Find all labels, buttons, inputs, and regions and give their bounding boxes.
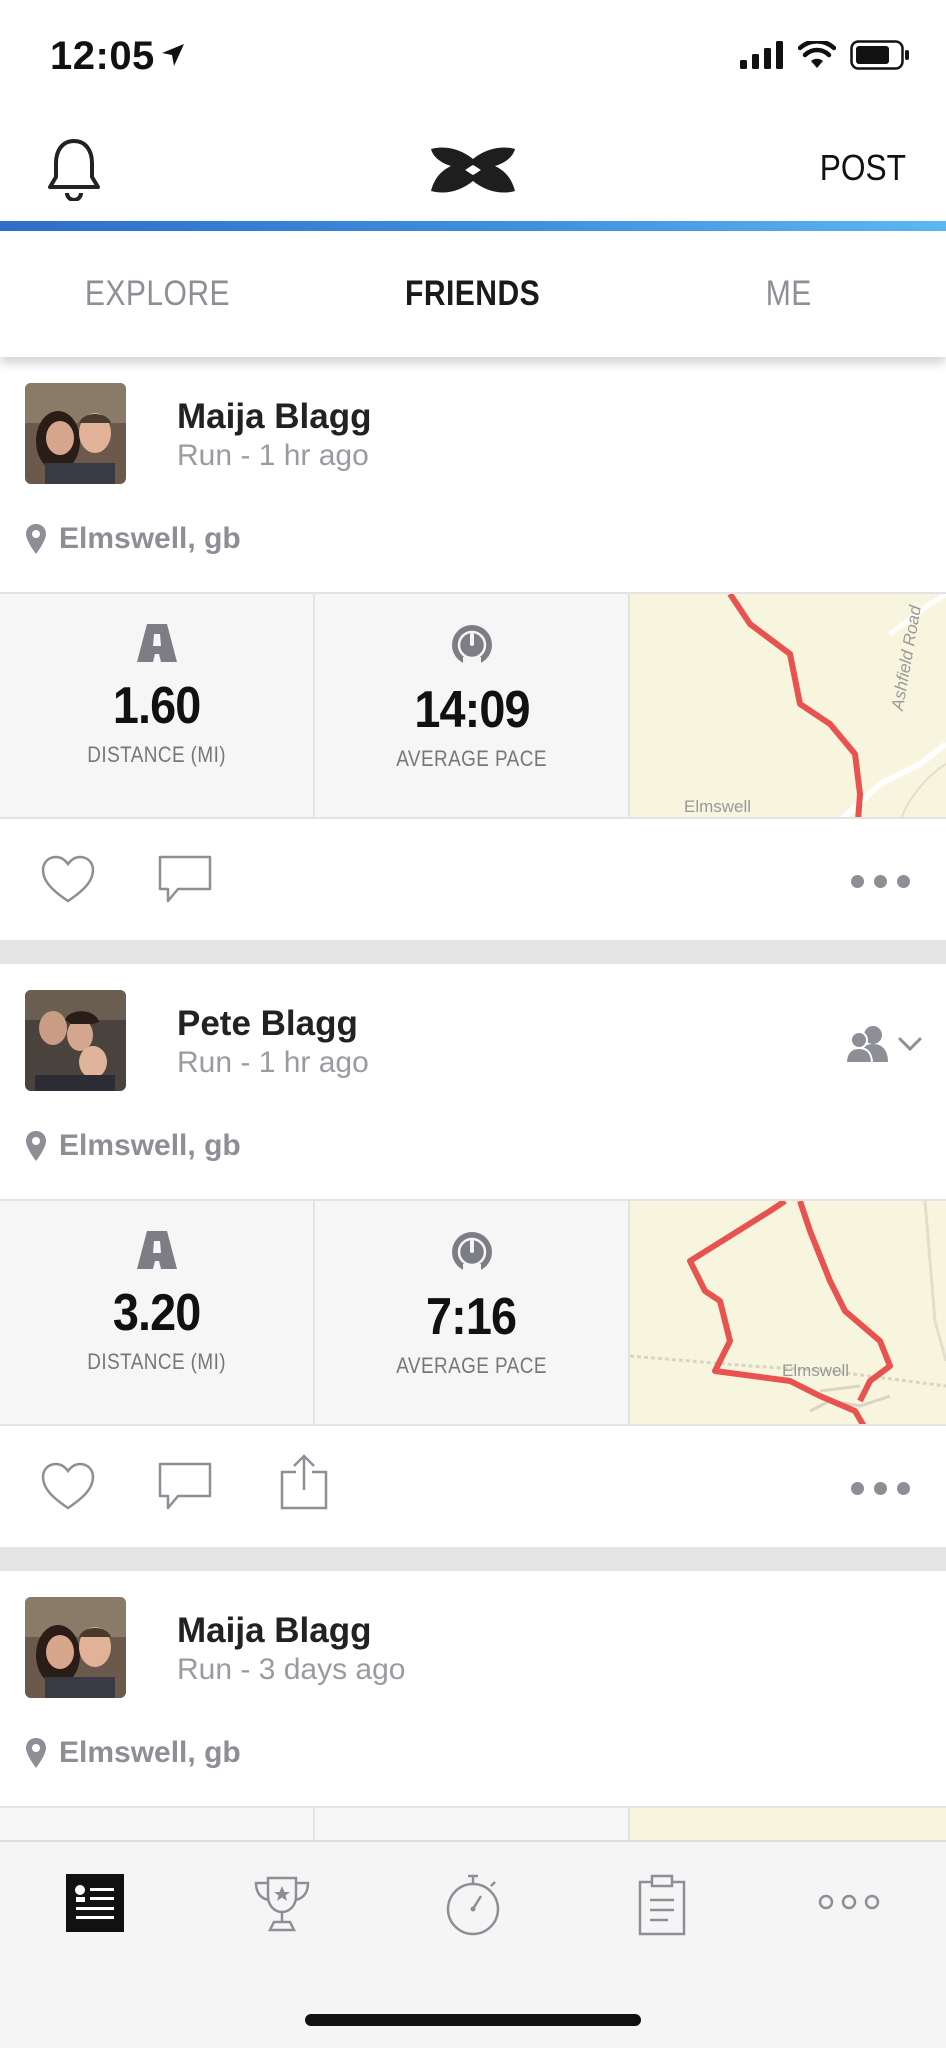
pace-value: 14:09: [413, 681, 530, 739]
tab-explore[interactable]: EXPLORE: [0, 231, 315, 357]
more-dots-icon[interactable]: [851, 1482, 910, 1495]
pace-stat: 7:16 AVERAGE PACE: [315, 1201, 630, 1424]
route-map-graphic: [630, 1201, 946, 1424]
tab-friends[interactable]: FRIENDS: [315, 231, 630, 357]
tab-friends-label: FRIENDS: [405, 274, 541, 313]
user-name[interactable]: Maija Blagg: [177, 1611, 371, 1651]
activity-subtitle: Run - 1 hr ago: [177, 439, 369, 472]
activity-stats[interactable]: [0, 1806, 946, 1840]
activity-card: Pete Blagg Run - 1 hr ago Elmswell, gb 3…: [0, 964, 946, 1571]
post-button[interactable]: POST: [820, 147, 906, 189]
stopwatch-icon[interactable]: [444, 1874, 502, 1936]
activity-card: Maija Blagg Run - 3 days ago Elmswell, g…: [0, 1571, 946, 1840]
comment-icon[interactable]: [158, 1462, 212, 1512]
activity-actions: [0, 819, 946, 940]
route-map[interactable]: Elmswell: [630, 1201, 946, 1424]
map-town-label: Elmswell: [782, 1361, 850, 1380]
chevron-down-icon: [898, 1037, 922, 1051]
cellular-signal-icon: [740, 41, 783, 69]
tab-me[interactable]: ME: [631, 231, 946, 357]
road-icon: [136, 1231, 177, 1269]
location-pin-icon: [26, 1131, 46, 1161]
feed-icon[interactable]: [66, 1874, 124, 1932]
status-indicators: [740, 40, 910, 70]
activity-subtitle: Run - 3 days ago: [177, 1653, 406, 1686]
location-text: Elmswell, gb: [59, 1736, 241, 1769]
distance-label: DISTANCE (MI): [87, 742, 226, 767]
user-name[interactable]: Maija Blagg: [177, 397, 371, 437]
pace-stat: [315, 1808, 630, 1840]
location-pin-icon: [26, 1738, 46, 1768]
home-indicator: [305, 2014, 641, 2026]
speedometer-icon: [451, 625, 492, 666]
activity-stats[interactable]: 3.20 DISTANCE (MI) 7:16 AVERAGE PACE Elm…: [0, 1199, 946, 1426]
more-menu-icon[interactable]: [818, 1892, 880, 1912]
speedometer-icon: [451, 1232, 492, 1273]
activity-card: Maija Blagg Run - 1 hr ago Elmswell, gb …: [0, 357, 946, 964]
location-arrow-icon: [162, 44, 184, 66]
privacy-selector[interactable]: [846, 1024, 922, 1064]
share-icon[interactable]: [280, 1454, 328, 1510]
battery-icon: [850, 40, 909, 70]
avatar[interactable]: [25, 990, 126, 1091]
comment-icon[interactable]: [158, 855, 212, 905]
distance-value: 3.20: [112, 1284, 201, 1342]
status-bar: 12:05: [0, 0, 946, 115]
avatar[interactable]: [25, 383, 126, 484]
trophy-icon[interactable]: [252, 1874, 312, 1934]
road-icon: [136, 624, 177, 662]
distance-label: DISTANCE (MI): [87, 1349, 226, 1374]
status-time: 12:05: [50, 34, 155, 78]
map-town-label: Elmswell: [684, 797, 752, 816]
location-text: Elmswell, gb: [59, 522, 241, 555]
avatar[interactable]: [25, 1597, 126, 1698]
distance-stat: [0, 1808, 315, 1840]
activity-header: Pete Blagg Run - 1 hr ago Elmswell, gb: [0, 964, 946, 1199]
tab-explore-label: EXPLORE: [85, 274, 231, 313]
more-dots-icon[interactable]: [851, 875, 910, 888]
pace-stat: 14:09 AVERAGE PACE: [315, 594, 630, 817]
bell-icon[interactable]: [46, 137, 102, 201]
wifi-icon: [798, 41, 836, 68]
distance-stat: 3.20 DISTANCE (MI): [0, 1201, 315, 1424]
feed-tabs: EXPLORE FRIENDS ME: [0, 231, 946, 357]
distance-value: 1.60: [112, 677, 201, 735]
location-text: Elmswell, gb: [59, 1129, 241, 1162]
app-header: POST: [0, 115, 946, 225]
heart-icon[interactable]: [40, 1462, 96, 1512]
header-accent-rule: [0, 221, 946, 231]
activity-actions: [0, 1426, 946, 1547]
activity-location: Elmswell, gb: [25, 1129, 241, 1163]
card-divider: [0, 1547, 946, 1571]
heart-icon[interactable]: [40, 855, 96, 905]
card-divider: [0, 940, 946, 964]
user-name[interactable]: Pete Blagg: [177, 1004, 358, 1044]
route-map[interactable]: [630, 1808, 946, 1840]
pace-value: 7:16: [426, 1288, 517, 1346]
activity-location: Elmswell, gb: [25, 522, 241, 556]
pace-label: AVERAGE PACE: [396, 746, 547, 771]
activity-feed[interactable]: Maija Blagg Run - 1 hr ago Elmswell, gb …: [0, 357, 946, 1840]
activity-subtitle: Run - 1 hr ago: [177, 1046, 369, 1079]
under-armour-logo[interactable]: [427, 143, 519, 197]
activity-stats[interactable]: 1.60 DISTANCE (MI) 14:09 AVERAGE PACE As…: [0, 592, 946, 819]
clipboard-icon[interactable]: [638, 1874, 686, 1936]
pace-label: AVERAGE PACE: [396, 1353, 547, 1378]
activity-location: Elmswell, gb: [25, 1736, 241, 1770]
activity-header: Maija Blagg Run - 3 days ago Elmswell, g…: [0, 1571, 946, 1806]
route-map[interactable]: Ashfield Road Elmswell: [630, 594, 946, 817]
tab-me-label: ME: [765, 274, 812, 313]
friends-icon: [846, 1026, 888, 1064]
location-pin-icon: [26, 524, 46, 554]
distance-stat: 1.60 DISTANCE (MI): [0, 594, 315, 817]
activity-header: Maija Blagg Run - 1 hr ago Elmswell, gb: [0, 357, 946, 592]
